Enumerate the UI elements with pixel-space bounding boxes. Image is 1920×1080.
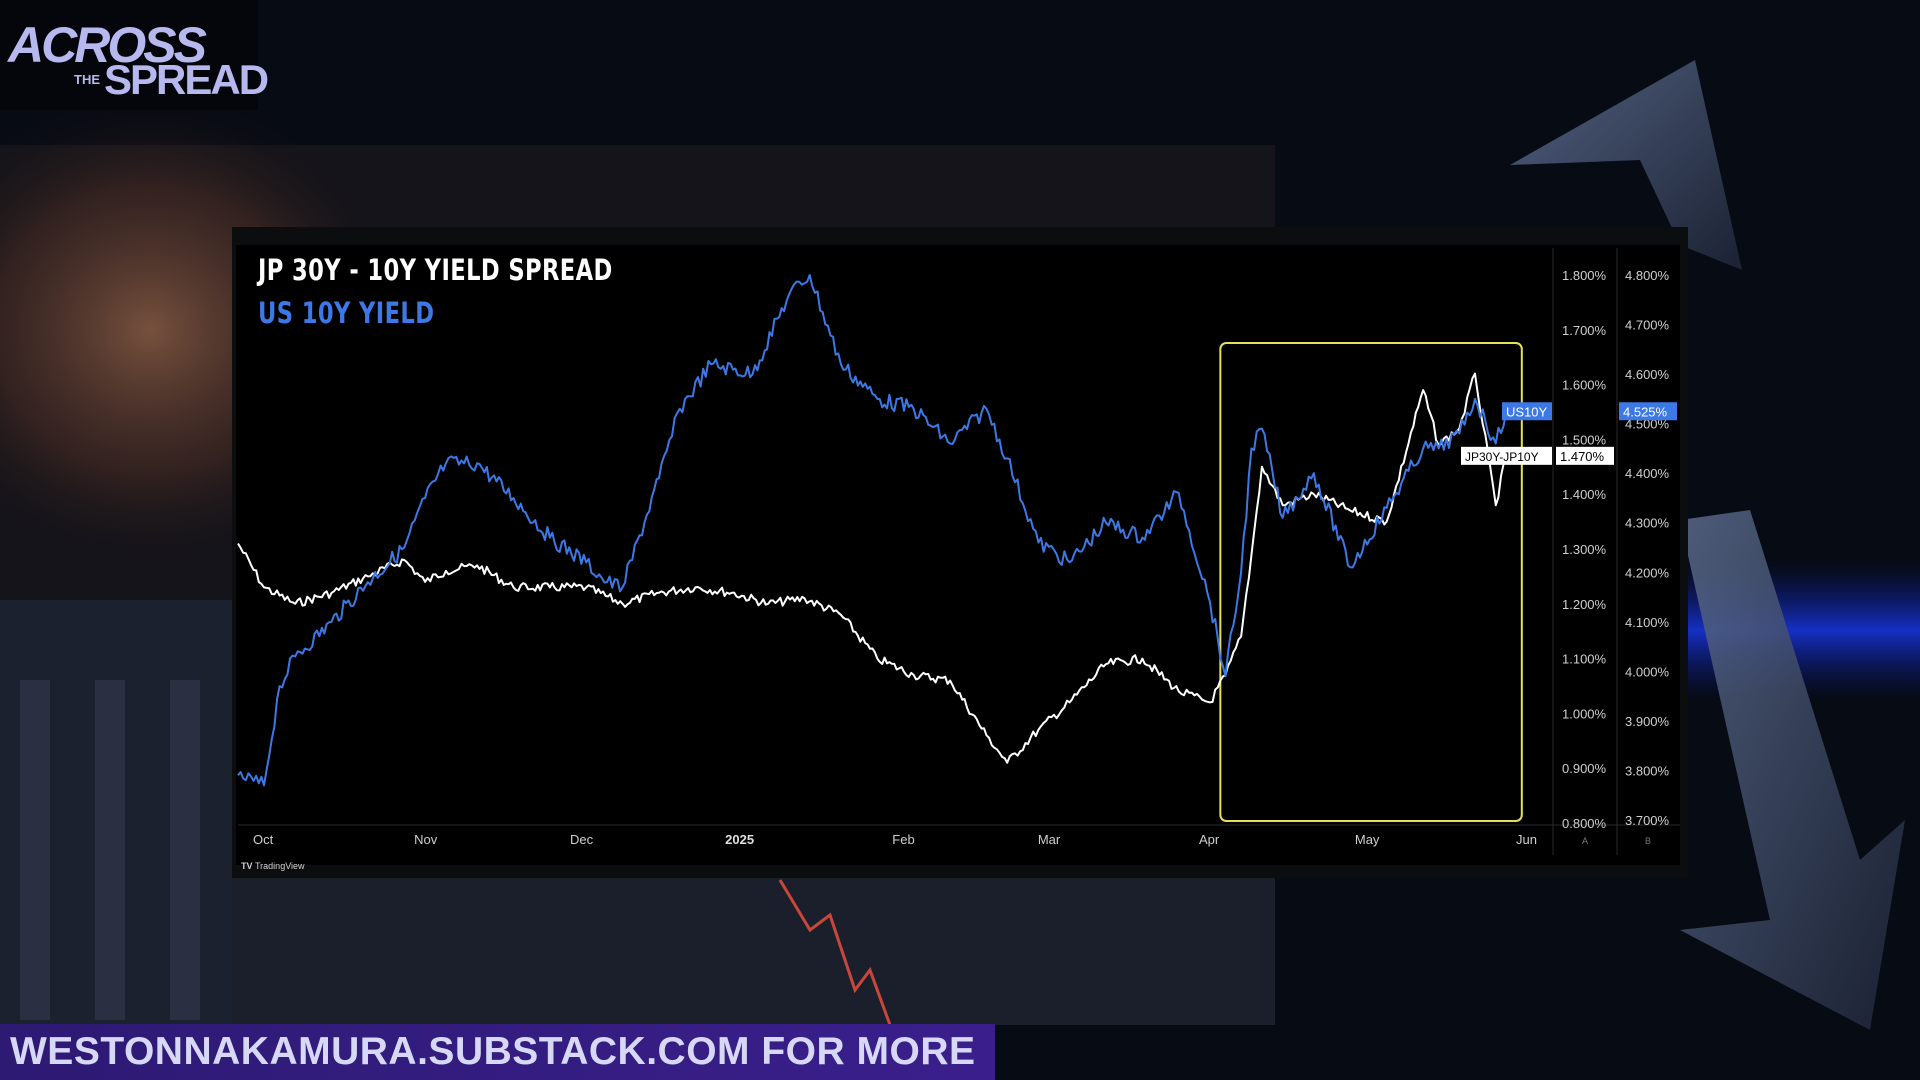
axis-a-tick-label: 1.400% bbox=[1562, 487, 1607, 502]
x-tick-label: Apr bbox=[1199, 832, 1220, 847]
axis-a-tick-label: 1.300% bbox=[1562, 542, 1607, 557]
axis-b-tick-label: 3.900% bbox=[1625, 714, 1670, 729]
axis-a-letter: A bbox=[1582, 836, 1588, 846]
x-tick-label: Mar bbox=[1038, 832, 1061, 847]
axis-b-tick-label: 4.800% bbox=[1625, 268, 1670, 283]
series-line-us10y[interactable] bbox=[237, 274, 1508, 787]
x-tick-label: Nov bbox=[414, 832, 438, 847]
axis-b-tick-label: 3.700% bbox=[1625, 813, 1670, 828]
axis-b-tick-label: 4.300% bbox=[1625, 516, 1670, 531]
axis-b-tick-label: 4.200% bbox=[1625, 565, 1670, 580]
axis-a-tick-label: 1.600% bbox=[1562, 378, 1607, 393]
jp-spread-name-label: JP30Y-JP10Y bbox=[1465, 450, 1539, 464]
x-tick-label: 2025 bbox=[725, 832, 754, 847]
axis-b-tick-label: 4.600% bbox=[1625, 367, 1670, 382]
axis-a-tick-label: 1.100% bbox=[1562, 652, 1607, 667]
tradingview-logo: TV TradingView bbox=[241, 861, 305, 871]
us10y-name-label: US10Y bbox=[1506, 404, 1548, 419]
x-tick-label: Oct bbox=[253, 832, 274, 847]
x-tick-label: Dec bbox=[570, 832, 594, 847]
us10y-value-label: 4.525% bbox=[1623, 404, 1668, 419]
axis-b-tick-label: 3.800% bbox=[1625, 763, 1670, 778]
axis-b-tick-label: 4.100% bbox=[1625, 615, 1670, 630]
axis-a-tick-label: 1.200% bbox=[1562, 597, 1607, 612]
axis-a-tick-label: 1.500% bbox=[1562, 432, 1607, 447]
axis-a-tick-label: 0.900% bbox=[1562, 761, 1607, 776]
tradingview-label: TradingView bbox=[255, 861, 305, 871]
tradingview-icon: TV bbox=[241, 861, 256, 871]
axis-a-tick-label: 1.800% bbox=[1562, 268, 1607, 283]
axis-b-tick-label: 4.000% bbox=[1625, 664, 1670, 679]
axis-a-tick-label: 1.700% bbox=[1562, 323, 1607, 338]
x-tick-label: Jun bbox=[1516, 832, 1537, 847]
highlight-box bbox=[1219, 342, 1523, 822]
footer-text: WESTONNAKAMURA.SUBSTACK.COM FOR MORE bbox=[10, 1030, 976, 1073]
series-line-jp-spread[interactable] bbox=[237, 372, 1508, 764]
axis-a-tick-label: 0.800% bbox=[1562, 816, 1607, 831]
axis-a-tick-label: 1.000% bbox=[1562, 706, 1607, 721]
axis-b-tick-label: 4.700% bbox=[1625, 318, 1670, 333]
jp-spread-value-label: 1.470% bbox=[1560, 449, 1605, 464]
x-tick-label: May bbox=[1355, 832, 1380, 847]
chart-svg[interactable]: 1.800% 1.700% 1.600% 1.500% 1.400% 1.300% 1.20… bbox=[0, 0, 1920, 1080]
axis-b-tick-label: 4.400% bbox=[1625, 466, 1670, 481]
axis-b-letter: B bbox=[1645, 836, 1651, 846]
x-tick-label: Feb bbox=[892, 832, 914, 847]
